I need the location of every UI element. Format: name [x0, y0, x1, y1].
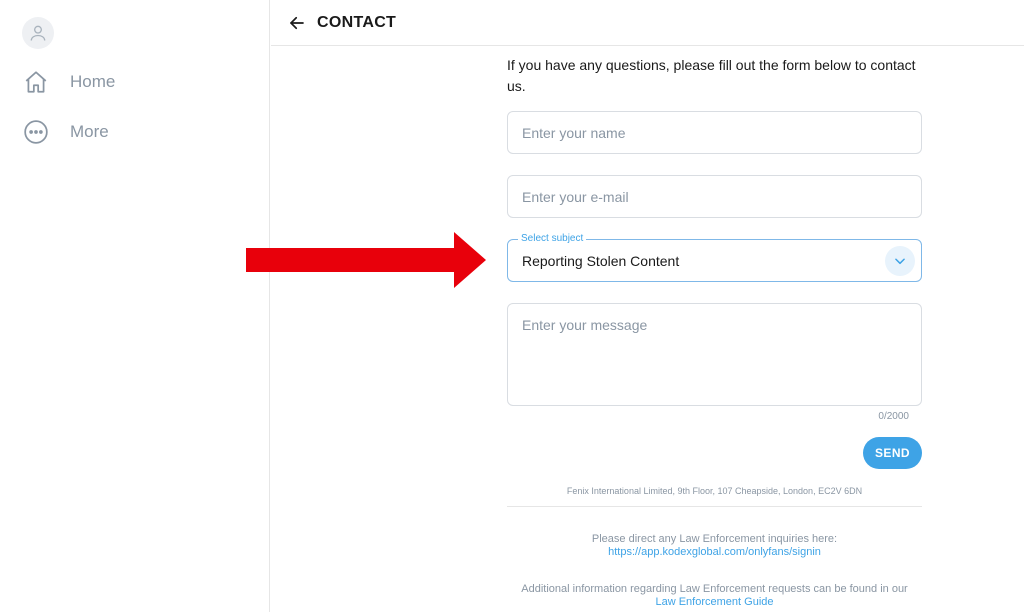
- guide-text: Additional information regarding Law Enf…: [521, 583, 908, 595]
- send-button[interactable]: SEND: [863, 437, 922, 469]
- subject-select-value: Reporting Stolen Content: [522, 253, 680, 269]
- avatar[interactable]: [22, 17, 54, 49]
- contact-content: If you have any questions, please fill o…: [507, 46, 922, 97]
- law-enforcement-guide-link[interactable]: Law Enforcement Guide: [655, 596, 773, 608]
- divider: [507, 506, 922, 507]
- law-enforcement-text: Please direct any Law Enforcement inquir…: [591, 533, 838, 545]
- message-char-counter: 0/2000: [878, 411, 909, 422]
- user-icon: [30, 25, 46, 41]
- subject-select-label: Select subject: [518, 233, 587, 245]
- annotation-arrow-icon: [246, 232, 486, 288]
- chevron-down-icon[interactable]: [885, 246, 915, 276]
- page-title: CONTACT: [317, 13, 397, 31]
- back-button[interactable]: [285, 11, 309, 35]
- name-input[interactable]: [507, 111, 922, 154]
- intro-text: If you have any questions, please fill o…: [507, 57, 916, 94]
- sidebar-item-label: Home: [70, 72, 116, 91]
- sidebar: Home More: [0, 0, 270, 612]
- law-enforcement-guide-info: Additional information regarding Law Enf…: [507, 583, 922, 609]
- more-icon: [22, 118, 50, 146]
- law-enforcement-info: Please direct any Law Enforcement inquir…: [507, 533, 922, 559]
- email-input[interactable]: [507, 175, 922, 218]
- subject-select[interactable]: Select subject Reporting Stolen Content: [507, 233, 922, 282]
- company-address: Fenix International Limited, 9th Floor, …: [566, 486, 863, 496]
- message-input[interactable]: [507, 303, 922, 406]
- sidebar-item-label: More: [70, 122, 109, 141]
- page-header: CONTACT: [271, 0, 1024, 46]
- sidebar-item-home[interactable]: Home: [22, 67, 115, 97]
- sidebar-item-more[interactable]: More: [22, 117, 109, 147]
- law-enforcement-link[interactable]: https://app.kodexglobal.com/onlyfans/sig…: [608, 546, 821, 558]
- arrow-left-icon: [290, 16, 304, 29]
- home-icon: [22, 68, 50, 96]
